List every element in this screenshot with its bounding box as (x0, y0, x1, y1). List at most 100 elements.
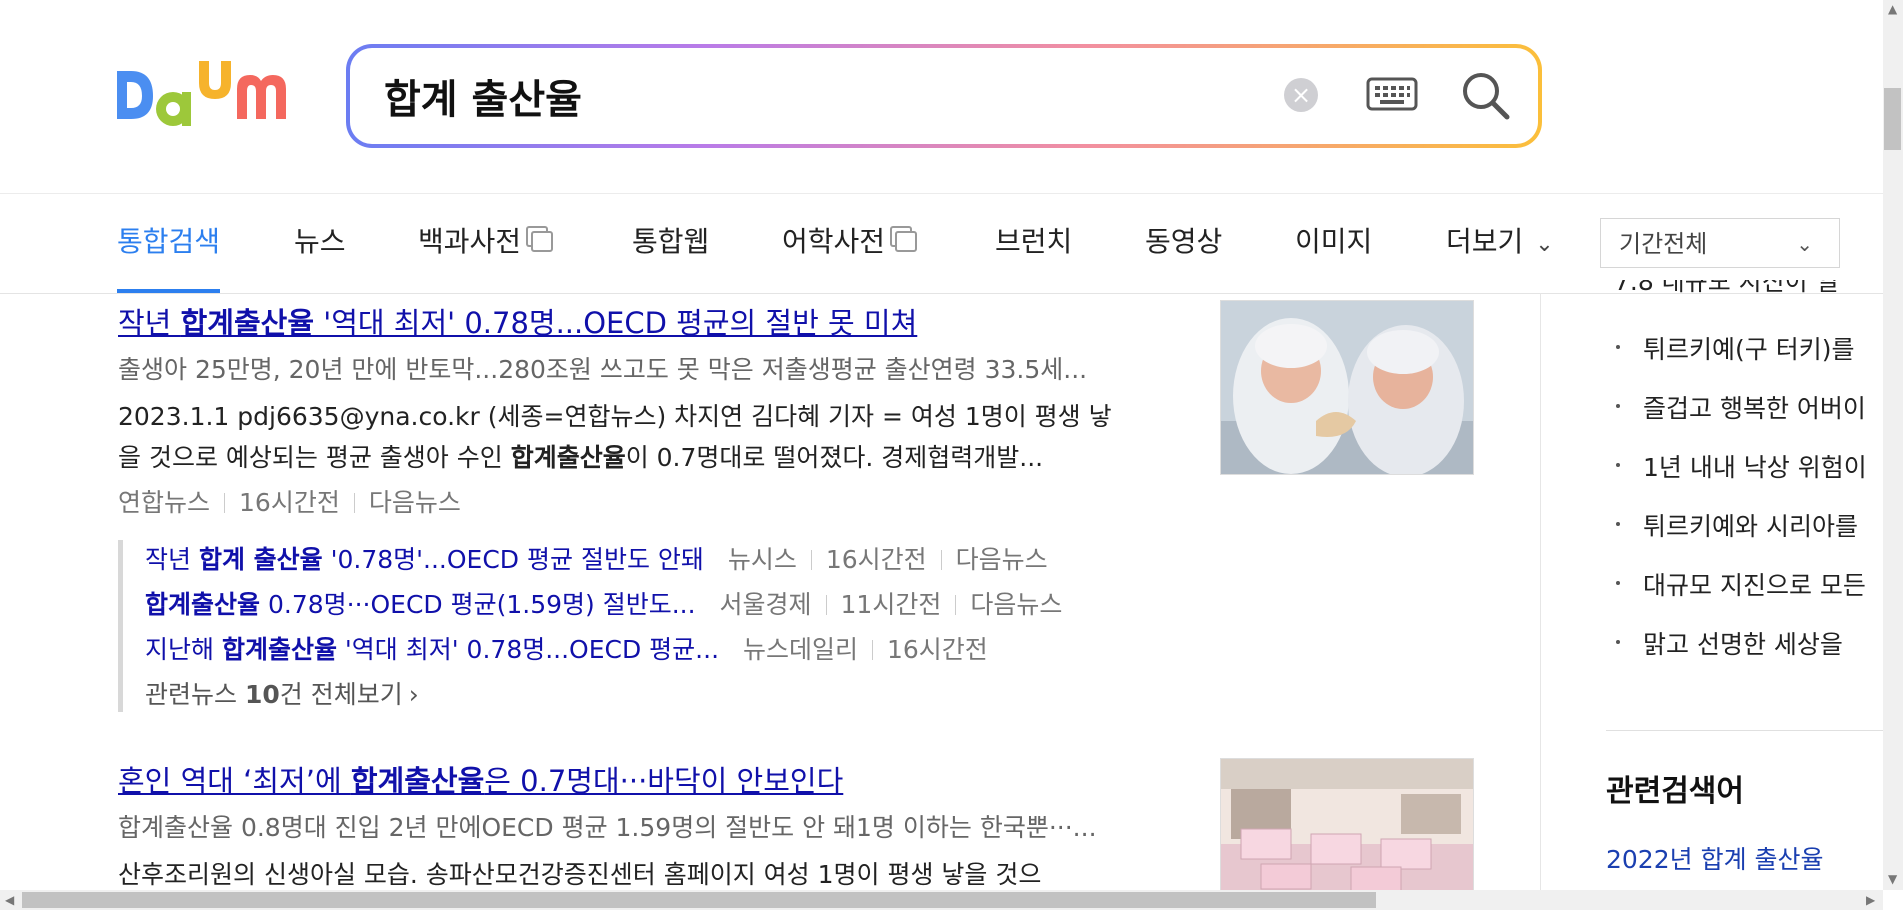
chevron-right-icon: › (408, 680, 419, 709)
tab-image[interactable]: 이미지 (1295, 195, 1372, 293)
link-text: 지난해 (145, 635, 222, 664)
tab-integrated-search[interactable]: 통합검색 (117, 195, 221, 293)
divider (810, 550, 812, 570)
result-title-link[interactable]: 혼인 역대 ‘최저’에 합계출산율은 0.7명대···바닥이 안보인다 (118, 758, 843, 800)
more-count: 10 (244, 680, 280, 709)
divider (955, 595, 957, 615)
sidebar-item[interactable]: 맑고 선명한 세상을 (1643, 625, 1843, 661)
search-icon[interactable] (1460, 70, 1512, 122)
vertical-scroll-thumb[interactable] (1884, 88, 1901, 150)
title-text: '역대 최저' 0.78명...OECD 평균의 절반 못 미쳐 (314, 306, 918, 340)
tab-news[interactable]: 뉴스 (294, 195, 346, 293)
bullet (1616, 345, 1620, 349)
source-link[interactable]: 뉴시스 (728, 545, 797, 574)
tab-more[interactable]: 더보기 ⌄ (1446, 195, 1554, 293)
tab-encyclopedia[interactable]: 백과사전 (418, 195, 554, 293)
scroll-left-icon[interactable]: ◀ (5, 893, 14, 907)
more-text: 건 전체보기 (279, 680, 403, 709)
sidebar-item[interactable]: 1년 내내 낙상 위험이 (1643, 448, 1867, 484)
sidebar-item[interactable]: 즐겁고 행복한 어버이 (1643, 389, 1866, 425)
related-search-link[interactable]: 2022년 합계 출산율 (1606, 840, 1824, 876)
sidebar-item-label: 대규모 지진으로 모든 (1643, 571, 1866, 600)
related-news-meta: 서울경제 11시간전 다음뉴스 (720, 590, 1063, 619)
subtitle-text: 합계출산율 0.8명대 진입 2년 만에OECD 평균 1.59명의 절반도 안… (118, 813, 1097, 842)
divider (872, 640, 873, 660)
chevron-down-icon: ⌄ (1535, 232, 1554, 257)
sidebar-item-label: 튀르키예와 시리아를 (1643, 512, 1858, 541)
keyboard-icon[interactable] (1366, 76, 1418, 114)
desc-line: 을 것으로 예상되는 평균 출생아 수인 합계출산율이 0.7명대로 떨어졌다.… (118, 437, 1178, 478)
time-text: 16시간전 (239, 488, 340, 517)
scroll-down-icon[interactable]: ▼ (1888, 872, 1897, 886)
sidebar-item[interactable]: 7.8 대규모 지진이 일 (1614, 280, 1839, 294)
news-thumbnail[interactable] (1220, 758, 1474, 892)
portal-link[interactable]: 다음뉴스 (956, 545, 1048, 574)
source-link[interactable]: 서울경제 (720, 590, 812, 619)
related-news-link[interactable]: 작년 합계 출산율 '0.78명'...OECD 평균 절반도 안돼 (145, 545, 704, 574)
divider (224, 493, 226, 513)
horizontal-scroll-thumb[interactable] (22, 892, 1376, 908)
news-thumbnail[interactable] (1220, 300, 1474, 475)
clear-icon[interactable]: × (1284, 78, 1318, 112)
period-select-value: 기간전체 (1619, 230, 1708, 258)
desc-highlight: 합계출산율 (510, 443, 626, 472)
bullet (1616, 522, 1620, 526)
tab-dictionary[interactable]: 어학사전 (782, 195, 918, 293)
heading-text: 관련검색어 (1606, 774, 1744, 809)
period-select[interactable]: 기간전체 ⌄ (1600, 218, 1840, 268)
tab-label: 어학사전 (782, 225, 886, 258)
portal-link[interactable]: 다음뉴스 (369, 488, 461, 517)
related-news-more-link[interactable]: 관련뉴스 10건 전체보기 › (145, 675, 419, 711)
tab-brunch[interactable]: 브런치 (995, 195, 1072, 293)
tab-label: 동영상 (1145, 225, 1223, 258)
portal-link[interactable]: 다음뉴스 (970, 590, 1062, 619)
sidebar-item[interactable]: 대규모 지진으로 모든 (1643, 566, 1866, 602)
column-divider (1540, 293, 1541, 893)
link-highlight: 합계출산율 (221, 635, 337, 664)
search-input[interactable] (384, 48, 1244, 144)
bullet (1616, 640, 1620, 644)
source-link[interactable]: 뉴스데일리 (743, 635, 858, 664)
result-subtitle: 합계출산율 0.8명대 진입 2년 만에OECD 평균 1.59명의 절반도 안… (118, 808, 1097, 844)
time-text: 16시간전 (825, 545, 927, 574)
daum-logo[interactable] (117, 53, 302, 138)
sidebar-item-label: 튀르키예(구 터키)를 (1643, 335, 1855, 364)
link-highlight: 합계출산율 (145, 590, 261, 619)
sidebar-item[interactable]: 튀르키예와 시리아를 (1643, 507, 1858, 543)
divider (353, 493, 355, 513)
related-news-bar (118, 540, 123, 712)
new-window-icon (895, 230, 918, 252)
related-news-link[interactable]: 합계출산율 0.78명···OECD 평균(1.59명) 절반도... (145, 590, 696, 619)
desc-line: 2023.1.1 pdj6635@yna.co.kr (세종=연합뉴스) 차지연… (118, 402, 1112, 431)
subtitle-text: 출생아 25만명, 20년 만에 반토막...280조원 쓰고도 못 막은 저출… (118, 355, 1088, 384)
related-news-list: 작년 합계 출산율 '0.78명'...OECD 평균 절반도 안돼 뉴시스 16… (145, 540, 1245, 720)
sidebar-item-label: 1년 내내 낙상 위험이 (1643, 453, 1867, 482)
related-searches-heading: 관련검색어 (1606, 766, 1744, 810)
chevron-down-icon: ⌄ (1796, 232, 1813, 256)
related-news-link[interactable]: 지난해 합계출산율 '역대 최저' 0.78명...OECD 평균... (145, 635, 719, 664)
related-news-item: 지난해 합계출산율 '역대 최저' 0.78명...OECD 평균... 뉴스데… (145, 630, 988, 666)
source-link[interactable]: 연합뉴스 (118, 488, 210, 517)
sidebar-divider (1606, 730, 1883, 731)
link-text: 0.78명···OECD 평균(1.59명) 절반도... (260, 590, 696, 619)
related-news-meta: 뉴시스 16시간전 다음뉴스 (728, 545, 1048, 574)
scroll-up-icon[interactable]: ▲ (1888, 2, 1897, 16)
tab-label: 통합검색 (117, 225, 221, 258)
related-news-item: 합계출산율 0.78명···OECD 평균(1.59명) 절반도... 서울경제… (145, 585, 1062, 621)
tab-label: 뉴스 (294, 225, 346, 258)
more-text: 관련뉴스 (145, 680, 245, 709)
related-news-meta: 뉴스데일리 16시간전 (743, 635, 988, 664)
tab-video[interactable]: 동영상 (1145, 195, 1222, 293)
bullet (1616, 404, 1620, 408)
tab-web[interactable]: 통합웹 (632, 195, 709, 293)
divider (825, 595, 827, 615)
title-text: 작년 (118, 306, 181, 340)
scroll-right-icon[interactable]: ▶ (1866, 893, 1875, 907)
time-text: 16시간전 (887, 635, 988, 664)
link-text: '역대 최저' 0.78명...OECD 평균... (336, 635, 720, 664)
result-title-link[interactable]: 작년 합계출산율 '역대 최저' 0.78명...OECD 평균의 절반 못 미… (118, 300, 917, 342)
title-highlight: 합계출산율 (350, 764, 485, 798)
divider (940, 550, 942, 570)
sidebar-item[interactable]: 튀르키예(구 터키)를 (1643, 330, 1854, 366)
bullet (1616, 463, 1620, 467)
